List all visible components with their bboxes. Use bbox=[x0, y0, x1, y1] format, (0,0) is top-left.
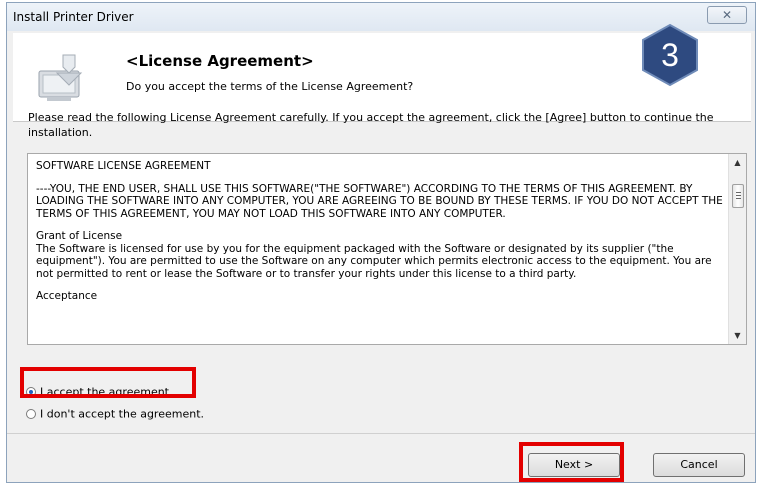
license-text-box[interactable]: SOFTWARE LICENSE AGREEMENT ----YOU, THE … bbox=[27, 153, 747, 345]
cancel-button[interactable]: Cancel bbox=[653, 453, 745, 477]
close-icon: ✕ bbox=[721, 8, 733, 22]
scroll-up-arrow-icon[interactable]: ▲ bbox=[729, 154, 746, 171]
intro-text: Please read the following License Agreem… bbox=[28, 111, 714, 139]
header-title: <License Agreement> bbox=[126, 52, 314, 70]
installer-computer-icon bbox=[33, 53, 87, 105]
grant-text: The Software is licensed for use by you … bbox=[36, 242, 712, 280]
decline-option[interactable]: I don't accept the agreement. bbox=[26, 407, 204, 421]
scroll-thumb[interactable] bbox=[732, 184, 744, 208]
step-badge: 3 bbox=[642, 23, 698, 87]
license-para-1: ----YOU, THE END USER, SHALL USE THIS SO… bbox=[36, 182, 723, 220]
decline-radio[interactable] bbox=[26, 409, 36, 419]
accept-label: I accept the agreement. bbox=[40, 385, 173, 399]
license-heading: SOFTWARE LICENSE AGREEMENT bbox=[36, 160, 211, 172]
decline-label: I don't accept the agreement. bbox=[40, 407, 205, 421]
acceptance-title: Acceptance bbox=[36, 290, 98, 302]
cancel-button-label: Cancel bbox=[680, 458, 718, 471]
accept-option[interactable]: I accept the agreement. bbox=[26, 385, 173, 399]
license-content: SOFTWARE LICENSE AGREEMENT ----YOU, THE … bbox=[36, 160, 726, 313]
grant-title: Grant of License bbox=[36, 230, 123, 242]
footer-separator bbox=[7, 433, 755, 434]
next-button[interactable]: Next > bbox=[528, 453, 620, 477]
accept-radio[interactable] bbox=[26, 387, 36, 397]
license-scrollbar[interactable]: ▲ ▼ bbox=[728, 154, 746, 344]
step-number: 3 bbox=[661, 37, 679, 73]
window-title: Install Printer Driver bbox=[13, 10, 134, 24]
header-subtitle: Do you accept the terms of the License A… bbox=[126, 80, 414, 93]
scroll-down-arrow-icon[interactable]: ▼ bbox=[729, 327, 746, 344]
next-button-label: Next > bbox=[554, 458, 594, 471]
close-button[interactable]: ✕ bbox=[707, 6, 747, 24]
